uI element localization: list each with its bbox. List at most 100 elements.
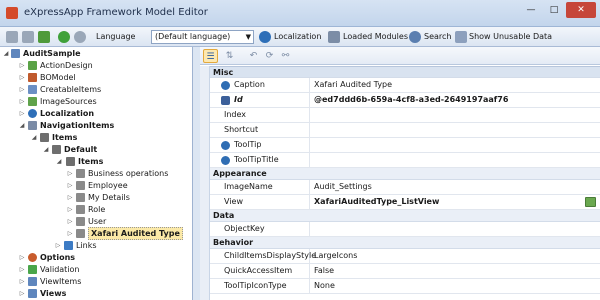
tree-item[interactable]: ▷ ViewItems xyxy=(0,276,192,287)
tree-item[interactable]: ▷ My Details xyxy=(0,192,192,203)
property-value[interactable]: None xyxy=(314,279,335,293)
checkmark-icon xyxy=(28,265,37,274)
tree-item[interactable]: ▷ Views xyxy=(0,288,192,299)
tree-item[interactable]: ▷ ActionDesign xyxy=(0,60,192,71)
expand-icon[interactable]: ▷ xyxy=(18,265,26,274)
expand-icon[interactable]: ▷ xyxy=(18,73,26,82)
category-appearance[interactable]: Appearance xyxy=(210,168,600,180)
tree-item[interactable]: ▷ ImageSources xyxy=(0,96,192,107)
globe-icon xyxy=(221,81,230,90)
collapse-icon[interactable]: ◢ xyxy=(18,121,26,130)
tree-item[interactable]: ◢ Default xyxy=(0,144,192,155)
search-icon[interactable] xyxy=(409,31,421,43)
show-unusable-button[interactable]: Show Unusable Data xyxy=(469,32,552,41)
navigate-icon[interactable] xyxy=(585,197,596,207)
tree-item[interactable]: ▷ Localization xyxy=(0,108,192,119)
property-row-tooltipicontype[interactable]: ToolTipIconType None xyxy=(210,279,600,294)
expand-icon[interactable]: ▷ xyxy=(66,193,74,202)
expand-icon[interactable]: ▷ xyxy=(18,85,26,94)
property-row-tooltiptitle[interactable]: ToolTipTitle xyxy=(210,153,600,168)
property-row-shortcut[interactable]: Shortcut xyxy=(210,123,600,138)
list-icon xyxy=(28,85,37,94)
expand-icon[interactable]: ▷ xyxy=(18,277,26,286)
tree-item[interactable]: ▷ Links xyxy=(0,240,192,251)
tree-item[interactable]: ◢ Items xyxy=(0,156,192,167)
stop-icon[interactable] xyxy=(74,31,86,43)
property-row-view[interactable]: View XafariAuditedType_ListView xyxy=(210,195,600,210)
edit-icon[interactable] xyxy=(38,31,50,43)
tree-item-selected[interactable]: ▷ Xafari Audited Type xyxy=(0,227,192,240)
grid-gutter xyxy=(200,66,210,300)
close-button[interactable]: ✕ xyxy=(566,2,596,18)
property-name: QuickAccessItem xyxy=(210,264,310,278)
property-value[interactable]: Xafari Audited Type xyxy=(314,78,392,92)
expand-icon[interactable]: ▷ xyxy=(66,229,74,238)
tree-item[interactable]: ▷ Role xyxy=(0,204,192,215)
category-data[interactable]: Data xyxy=(210,210,600,222)
maximize-button[interactable]: □ xyxy=(545,2,563,18)
collapse-icon[interactable]: ◢ xyxy=(30,133,38,142)
folder-icon xyxy=(52,145,61,154)
category-misc[interactable]: Misc xyxy=(210,66,600,78)
item-icon xyxy=(76,169,85,178)
splitter[interactable] xyxy=(193,47,200,300)
property-value[interactable]: False xyxy=(314,264,334,278)
tree-item[interactable]: ▷ Options xyxy=(0,252,192,263)
property-row-index[interactable]: Index xyxy=(210,108,600,123)
expand-icon[interactable]: ▷ xyxy=(18,61,26,70)
expand-icon[interactable]: ▷ xyxy=(18,97,26,106)
property-value[interactable]: XafariAuditedType_ListView xyxy=(314,195,439,209)
category-behavior[interactable]: Behavior xyxy=(210,237,600,249)
language-select[interactable]: (Default language) ▼ xyxy=(151,30,254,44)
property-row-quickaccess[interactable]: QuickAccessItem False xyxy=(210,264,600,279)
globe-icon[interactable] xyxy=(259,31,271,43)
expand-icon[interactable]: ▷ xyxy=(18,109,26,118)
show-unusable-icon[interactable] xyxy=(455,31,467,43)
property-row-id[interactable]: Id @ed7ddd6b-659a-4cf8-a3ed-2649197aaf76 xyxy=(210,93,600,108)
property-row-caption[interactable]: Caption Xafari Audited Type xyxy=(210,78,600,93)
run-icon[interactable] xyxy=(58,31,70,43)
collapse-icon[interactable]: ◢ xyxy=(55,157,63,166)
save-icon[interactable] xyxy=(6,31,18,43)
expand-icon[interactable]: ▷ xyxy=(66,205,74,214)
property-row-objectkey[interactable]: ObjectKey xyxy=(210,222,600,237)
expand-icon[interactable]: ▷ xyxy=(18,253,26,262)
expand-icon[interactable]: ▷ xyxy=(66,181,74,190)
property-row-childitems[interactable]: ChildItemsDisplayStyle LargeIcons xyxy=(210,249,600,264)
expand-icon[interactable]: ▷ xyxy=(54,241,62,250)
modules-icon[interactable] xyxy=(328,31,340,43)
property-value[interactable]: LargeIcons xyxy=(314,249,357,263)
sort-icon[interactable]: ⇅ xyxy=(222,49,237,63)
expand-icon[interactable]: ▷ xyxy=(18,289,26,298)
tree-item[interactable]: ▷ Validation xyxy=(0,264,192,275)
undo-icon[interactable]: ↶ xyxy=(246,49,261,63)
tree-item[interactable]: ▷ CreatableItems xyxy=(0,84,192,95)
categorized-icon[interactable]: ☰ xyxy=(203,49,218,63)
property-row-imagename[interactable]: ImageName Audit_Settings xyxy=(210,180,600,195)
tree-item-root[interactable]: ◢ AuditSample xyxy=(0,48,192,59)
search-button[interactable]: Search xyxy=(424,32,451,41)
property-row-tooltip[interactable]: ToolTip xyxy=(210,138,600,153)
tree-item[interactable]: ▷ BOModel xyxy=(0,72,192,83)
tree-item[interactable]: ▷ Employee xyxy=(0,180,192,191)
expand-icon[interactable]: ▷ xyxy=(66,169,74,178)
reset-icon[interactable]: ⟳ xyxy=(262,49,277,63)
property-value[interactable]: @ed7ddd6b-659a-4cf8-a3ed-2649197aaf76 xyxy=(314,93,508,107)
property-name: Id xyxy=(234,95,243,104)
loaded-modules-button[interactable]: Loaded Modules xyxy=(343,32,408,41)
expand-icon[interactable]: ▷ xyxy=(66,217,74,226)
tree-item[interactable]: ▷ Business operations xyxy=(0,168,192,179)
app-node-icon xyxy=(11,49,20,58)
tree-item[interactable]: ◢ NavigationItems xyxy=(0,120,192,131)
collapse-icon[interactable]: ◢ xyxy=(42,145,50,154)
window-title: eXpressApp Framework Model Editor xyxy=(24,7,208,18)
minimize-button[interactable]: — xyxy=(520,2,542,18)
localization-button[interactable]: Localization xyxy=(274,32,321,41)
collapse-icon[interactable]: ◢ xyxy=(2,49,10,58)
link-icon[interactable]: ⚯ xyxy=(278,49,293,63)
property-value[interactable]: Audit_Settings xyxy=(314,180,372,194)
refresh-icon[interactable] xyxy=(22,31,34,43)
tree-item[interactable]: ◢ Items xyxy=(0,132,192,143)
model-tree[interactable]: ◢ AuditSample ▷ ActionDesign ▷ BOModel ▷… xyxy=(0,47,193,300)
tree-item[interactable]: ▷ User xyxy=(0,216,192,227)
